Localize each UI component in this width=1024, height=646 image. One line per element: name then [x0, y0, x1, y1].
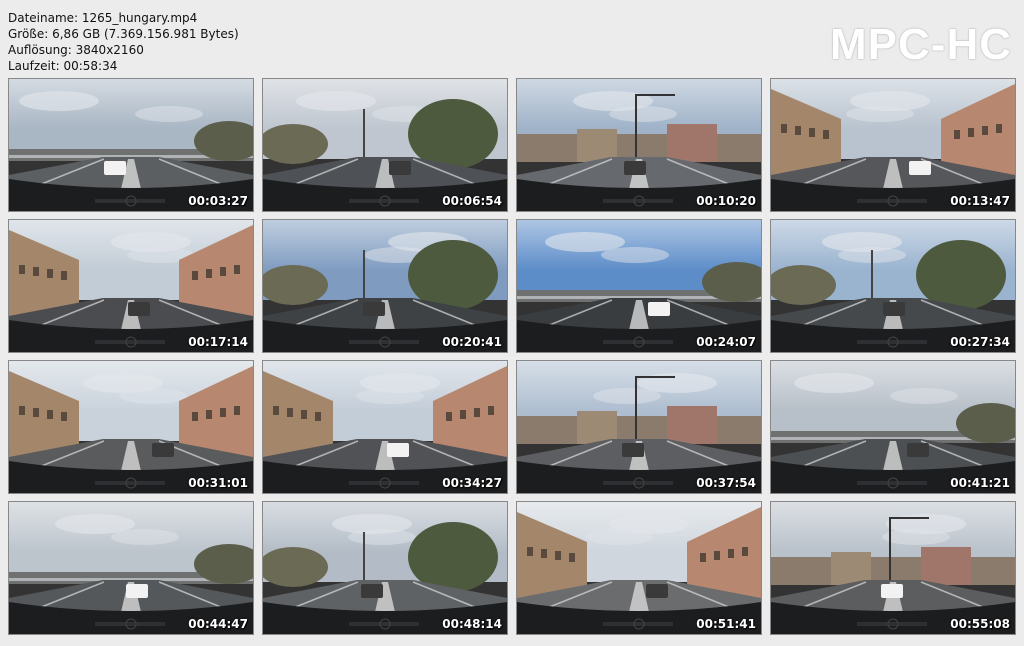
mpc-hc-logo: MPC-HC: [830, 20, 1012, 69]
thumbnail-timestamp: 00:13:47: [950, 194, 1010, 208]
thumbnail-timestamp: 00:06:54: [442, 194, 502, 208]
thumbnail-timestamp: 00:37:54: [696, 476, 756, 490]
video-thumbnail[interactable]: 00:34:27: [263, 361, 507, 493]
thumbnail-frame: [263, 220, 507, 352]
video-thumbnail[interactable]: 00:48:14: [263, 502, 507, 634]
thumbnail-timestamp: 00:24:07: [696, 335, 756, 349]
thumbnail-frame: [517, 79, 761, 211]
thumbnail-timestamp: 00:51:41: [696, 617, 756, 631]
duration-text: Laufzeit: 00:58:34: [8, 59, 118, 73]
thumbnail-timestamp: 00:55:08: [950, 617, 1010, 631]
video-thumbnail[interactable]: 00:20:41: [263, 220, 507, 352]
thumbnail-frame: [771, 220, 1015, 352]
video-thumbnail[interactable]: 00:37:54: [517, 361, 761, 493]
thumbnail-timestamp: 00:31:01: [188, 476, 248, 490]
thumbnail-timestamp: 00:48:14: [442, 617, 502, 631]
thumbnail-timestamp: 00:10:20: [696, 194, 756, 208]
video-thumbnail[interactable]: 00:24:07: [517, 220, 761, 352]
video-thumbnail[interactable]: 00:03:27: [9, 79, 253, 211]
file-size-text: Größe: 6,86 GB (7.369.156.981 Bytes): [8, 27, 239, 41]
thumbnail-frame: [9, 79, 253, 211]
thumbnail-frame: [517, 361, 761, 493]
video-thumbnail[interactable]: 00:27:34: [771, 220, 1015, 352]
thumbnail-frame: [263, 79, 507, 211]
thumbnail-timestamp: 00:44:47: [188, 617, 248, 631]
video-thumbnail[interactable]: 00:55:08: [771, 502, 1015, 634]
file-info-panel: Dateiname: 1265_hungary.mp4 Größe: 6,86 …: [8, 10, 239, 74]
thumbnail-timestamp: 00:27:34: [950, 335, 1010, 349]
video-thumbnail[interactable]: 00:10:20: [517, 79, 761, 211]
video-thumbnail[interactable]: 00:51:41: [517, 502, 761, 634]
video-thumbnail[interactable]: 00:06:54: [263, 79, 507, 211]
video-thumbnail[interactable]: 00:31:01: [9, 361, 253, 493]
thumbnail-timestamp: 00:03:27: [188, 194, 248, 208]
file-name-text: Dateiname: 1265_hungary.mp4: [8, 11, 198, 25]
resolution-text: Auflösung: 3840x2160: [8, 43, 144, 57]
thumbnail-frame: [9, 361, 253, 493]
thumbnail-frame: [771, 361, 1015, 493]
thumbnail-frame: [771, 79, 1015, 211]
thumbnail-timestamp: 00:34:27: [442, 476, 502, 490]
video-thumbnail[interactable]: 00:41:21: [771, 361, 1015, 493]
thumbnail-frame: [263, 361, 507, 493]
thumbnail-frame: [263, 502, 507, 634]
video-thumbnail[interactable]: 00:13:47: [771, 79, 1015, 211]
thumbnail-grid: 00:03:27 00:06:54 00:10:20 00:13:47 00:17:14…: [9, 79, 1015, 639]
thumbnail-frame: [517, 220, 761, 352]
thumbnail-frame: [9, 220, 253, 352]
video-thumbnail[interactable]: 00:17:14: [9, 220, 253, 352]
thumbnail-frame: [517, 502, 761, 634]
video-thumbnail[interactable]: 00:44:47: [9, 502, 253, 634]
thumbnail-timestamp: 00:17:14: [188, 335, 248, 349]
thumbnail-timestamp: 00:41:21: [950, 476, 1010, 490]
thumbnail-frame: [9, 502, 253, 634]
thumbnail-frame: [771, 502, 1015, 634]
thumbnail-timestamp: 00:20:41: [442, 335, 502, 349]
